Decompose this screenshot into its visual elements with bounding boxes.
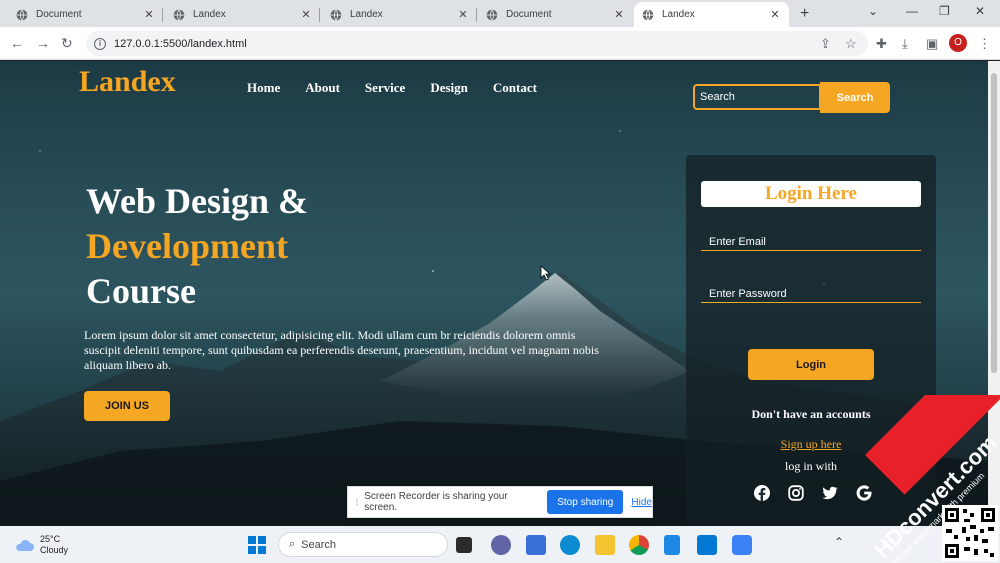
reload-icon[interactable]: ↻ [61,35,73,52]
browser-toolbar: ← → ↻ i 127.0.0.1:5500/landex.html ⇪ ☆ ✚… [0,27,1000,60]
tab-title: Landex [662,9,695,20]
login-title: Login Here [701,181,921,207]
nav-contact[interactable]: Contact [493,80,537,96]
tab-strip: Document ✕ Landex ✕ Landex ✕ Document ✕ … [0,0,1000,27]
drag-handle-icon[interactable]: ⦙ [356,497,358,508]
tab-title: Landex [193,9,226,20]
share-message: Screen Recorder is sharing your screen. [364,491,508,513]
facebook-icon[interactable] [754,485,770,501]
browser-window: Document ✕ Landex ✕ Landex ✕ Document ✕ … [0,0,1000,563]
email-field[interactable] [701,233,921,251]
weather-condition: Cloudy [40,545,69,555]
nav-service[interactable]: Service [365,80,405,96]
file-explorer-icon[interactable] [595,535,615,555]
tab-landex-active[interactable]: Landex ✕ [634,2,789,27]
nav-design[interactable]: Design [430,80,468,96]
extensions-icon[interactable]: ✚ [876,36,887,52]
bookmark-star-icon[interactable]: ☆ [845,36,857,52]
notepad-icon[interactable] [664,535,680,555]
tab-search-chevron-icon[interactable]: ⌄ [868,4,878,18]
taskbar-search-label: Search [301,538,337,551]
address-bar[interactable]: i 127.0.0.1:5500/landex.html [86,31,868,56]
close-icon[interactable]: ✕ [143,8,155,21]
menu-kebab-icon[interactable]: ⋮ [978,36,991,52]
close-icon[interactable]: ✕ [457,8,469,21]
close-icon[interactable]: ✕ [300,8,312,21]
taskbar-search[interactable]: ⌕ Search [278,532,448,557]
profile-avatar[interactable]: O [949,34,967,52]
back-icon[interactable]: ← [10,35,24,51]
tab-title: Document [506,9,552,20]
site-nav: Home About Service Design Contact [247,80,562,96]
search-icon: ⌕ [289,538,296,550]
tab-title: Document [36,9,82,20]
globe-icon [642,9,654,20]
nav-about[interactable]: About [305,80,340,96]
nav-home[interactable]: Home [247,80,280,96]
site-search-button[interactable]: Search [820,82,890,113]
tab-document-2[interactable]: Document ✕ [478,2,633,27]
site-info-icon[interactable]: i [94,37,106,50]
close-icon[interactable]: ✕ [769,8,781,21]
join-us-button[interactable]: JOIN US [84,391,170,421]
globe-icon [16,9,28,20]
restore-icon[interactable]: ❐ [939,4,950,18]
cloud-icon [16,539,34,551]
tab-landex-1[interactable]: Landex ✕ [165,2,320,27]
qr-code-icon [942,505,998,561]
teams-chat-icon[interactable] [491,535,511,555]
hero-description: Lorem ipsum dolor sit amet consectetur, … [84,328,599,372]
share-icon[interactable]: ⇪ [820,36,831,52]
window-close-icon[interactable]: ✕ [975,4,985,18]
hero-line-2: Development [86,226,288,266]
weather-widget[interactable]: 25°C Cloudy [14,534,68,556]
hide-link[interactable]: Hide [631,497,652,508]
chrome-icon[interactable] [629,535,649,555]
globe-icon [173,9,185,20]
vscode-icon[interactable] [697,535,717,555]
globe-icon [330,9,342,20]
store-icon[interactable] [526,535,546,555]
instagram-icon[interactable] [788,485,804,501]
password-field[interactable] [701,285,921,303]
sidepanel-icon[interactable]: ▣ [926,36,938,52]
minimize-icon[interactable]: — [906,4,918,18]
stop-sharing-button[interactable]: Stop sharing [547,490,624,514]
close-icon[interactable]: ✕ [613,8,625,21]
weather-temp: 25°C [40,534,61,544]
screen-share-notice: ⦙ Screen Recorder is sharing your screen… [347,486,653,518]
edge-icon[interactable] [560,535,580,555]
mouse-cursor-icon [540,265,552,281]
hero-line-3: Course [86,271,196,311]
scrollbar-thumb[interactable] [991,73,997,373]
tab-title: Landex [350,9,383,20]
globe-icon [486,9,498,20]
new-tab-icon[interactable]: + [800,5,809,23]
task-view-icon[interactable] [456,537,472,553]
windows-start-icon[interactable] [248,536,266,554]
site-logo[interactable]: Landex [79,65,176,99]
url-text: 127.0.0.1:5500/landex.html [114,37,247,50]
login-button[interactable]: Login [748,349,874,380]
recorder-icon[interactable] [732,535,752,555]
site-search-input[interactable] [693,84,821,110]
download-icon[interactable]: ⤓ [902,36,908,52]
hero-title: Web Design & Development Course [86,179,308,314]
forward-icon[interactable]: → [36,35,50,51]
tab-landex-2[interactable]: Landex ✕ [322,2,477,27]
tab-document-1[interactable]: Document ✕ [8,2,163,27]
hero-line-1: Web Design & [86,181,309,221]
